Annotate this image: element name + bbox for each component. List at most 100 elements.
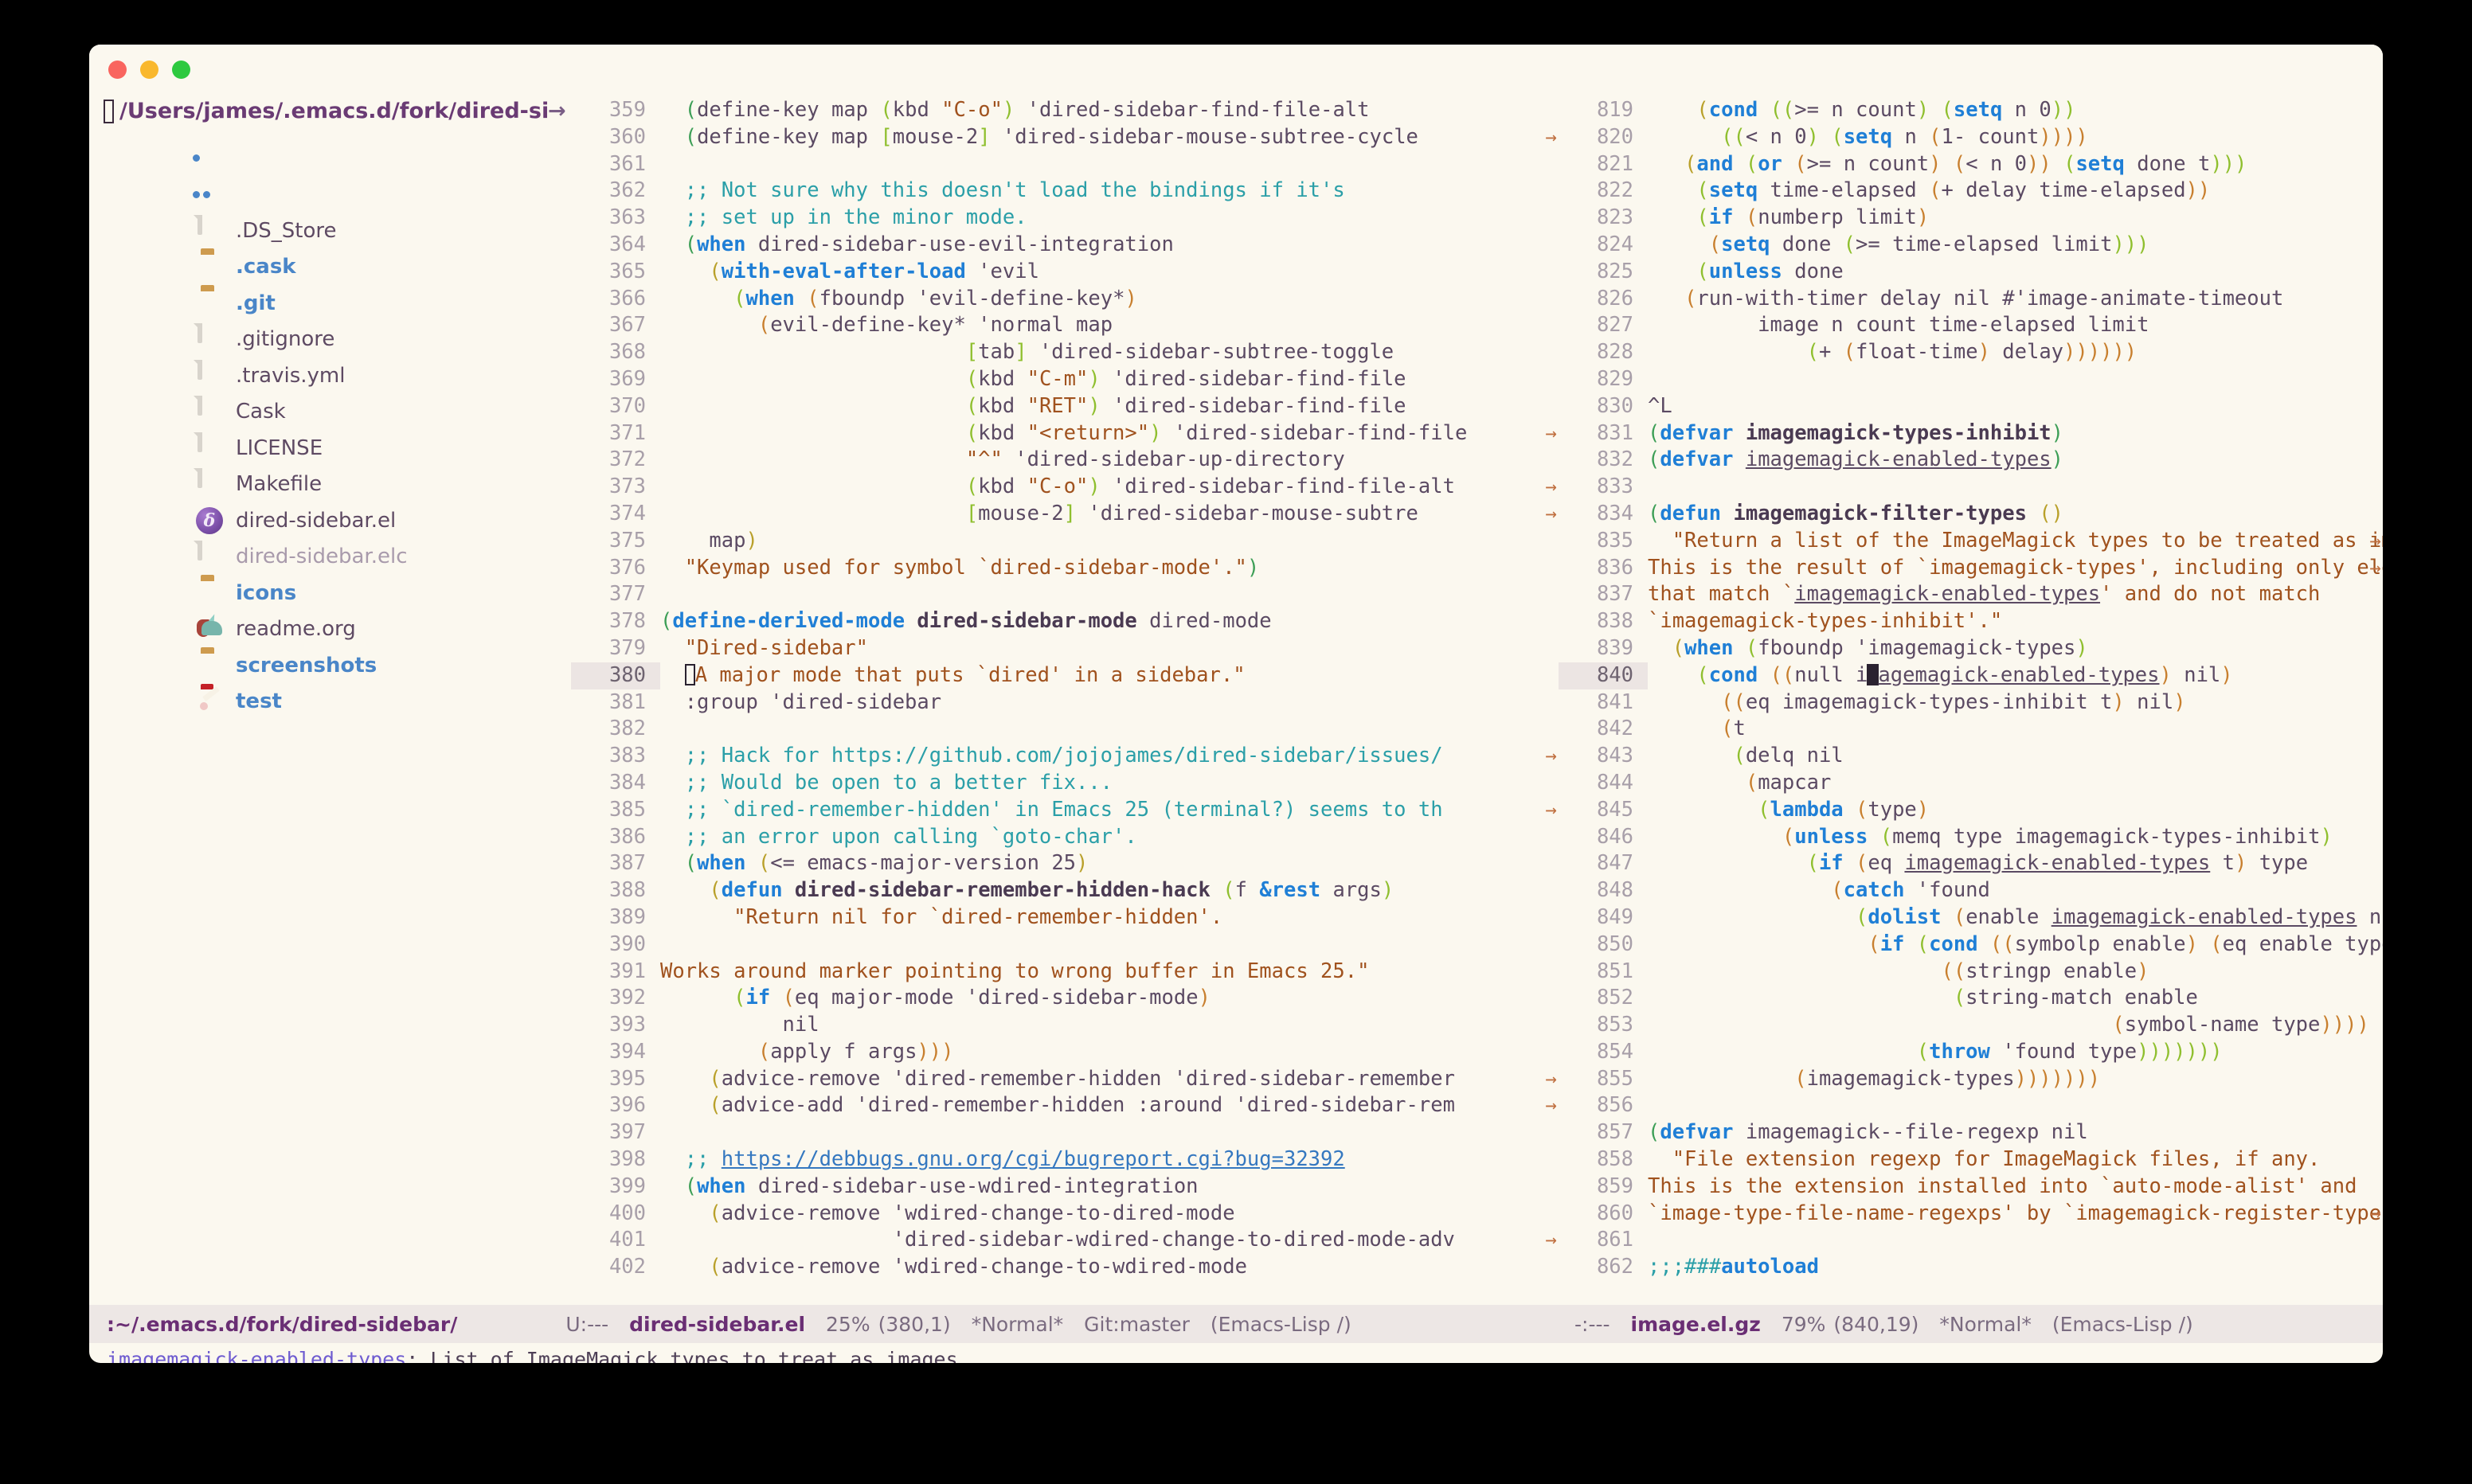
code-text[interactable]: (run-with-timer delay nil #'image-animat… [1648,287,2283,310]
code-line[interactable]: 855 (imagemagick-types))))))) [1559,1066,2383,1093]
code-text[interactable]: nil [660,1013,819,1037]
code-text[interactable]: (and (or (>= n count) (< n 0)) (setq don… [1648,152,2247,176]
sidebar-file-list[interactable]: .DS_Store.cask.git.gitignore.travis.ymlC… [89,140,571,720]
sidebar-item-travis-yml[interactable]: .travis.yml [89,357,571,394]
code-line[interactable]: 845 (lambda (type) [1559,797,2383,824]
code-text[interactable]: (advice-remove 'wdired-change-to-wdired-… [660,1255,1247,1279]
code-line[interactable]: 361 [571,151,1559,178]
code-line[interactable]: 366 (when (fboundp 'evil-define-key*) [571,286,1559,313]
code-line[interactable]: 376 "Keymap used for symbol `dired-sideb… [571,555,1559,582]
sidebar-item-icons[interactable]: icons [89,575,571,611]
code-line[interactable]: 843 (delq nil [1559,743,2383,770]
code-line[interactable]: 838`imagemagick-types-inhibit'." [1559,608,2383,635]
code-text[interactable]: 'dired-sidebar-wdired-change-to-dired-mo… [660,1228,1455,1252]
code-left[interactable]: 359 (define-key map (kbd "C-o") 'dired-s… [571,97,1559,1281]
code-text[interactable]: (setq time-elapsed (+ delay time-elapsed… [1648,178,2210,202]
code-text[interactable]: "File extension regexp for ImageMagick f… [1648,1147,2320,1171]
code-line[interactable]: 840 (cond ((null iagemagick-enabled-type… [1559,662,2383,689]
sidebar-item-ds-store[interactable]: .DS_Store [89,213,571,249]
code-right[interactable]: 819 (cond ((>= n count) (setq n 0))820 (… [1559,97,2383,1281]
code-text[interactable]: (mapcar [1648,771,1831,795]
code-text[interactable]: (if (numberp limit) [1648,205,1929,229]
code-line[interactable]: 378(define-derived-mode dired-sidebar-mo… [571,608,1559,635]
code-text[interactable]: "Keymap used for symbol `dired-sidebar-m… [660,556,1259,580]
code-text[interactable]: (when (fboundp 'evil-define-key*) [660,287,1137,310]
code-text[interactable]: ((< n 0) (setq n (1- count)))) [1648,125,2088,149]
code-line[interactable]: 380 A major mode that puts `dired' in a … [571,662,1559,689]
code-line[interactable]: 393 nil [571,1012,1559,1039]
code-line[interactable]: 819 (cond ((>= n count) (setq n 0)) [1559,97,2383,124]
code-line[interactable]: 381 :group 'dired-sidebar [571,689,1559,717]
sidebar-item-[interactable] [89,177,571,213]
code-line[interactable]: 363 ;; set up in the minor mode. [571,205,1559,232]
sidebar-item-dired-sidebar-elc[interactable]: dired-sidebar.elc [89,539,571,576]
code-text[interactable]: "Return a list of the ImageMagick types … [1648,529,2383,553]
code-line[interactable]: 386 ;; an error upon calling `goto-char'… [571,824,1559,851]
code-line[interactable]: 841 ((eq imagemagick-types-inhibit t) ni… [1559,689,2383,717]
code-line[interactable]: 830^L [1559,393,2383,420]
code-line[interactable]: 369 (kbd "C-m") 'dired-sidebar-find-file [571,366,1559,393]
code-line[interactable]: 395 (advice-remove 'dired-remember-hidde… [571,1066,1559,1093]
code-text[interactable]: (if (eq major-mode 'dired-sidebar-mode) [660,986,1211,1010]
code-line[interactable]: 390 [571,931,1559,959]
code-line[interactable]: 827 image n count time-elapsed limit [1559,312,2383,339]
code-line[interactable]: 848 (catch 'found [1559,877,2383,904]
code-line[interactable]: 850 (if (cond ((symbolp enable) (eq enab… [1559,931,2383,959]
code-line[interactable]: 821 (and (or (>= n count) (< n 0)) (setq… [1559,151,2383,178]
code-line[interactable]: 372 "^" 'dired-sidebar-up-directory [571,447,1559,474]
code-line[interactable]: 825 (unless done [1559,259,2383,286]
code-line[interactable]: 371 (kbd "<return>") 'dired-sidebar-find… [571,420,1559,447]
code-text[interactable]: (apply f args))) [660,1040,953,1064]
code-text[interactable]: (if (cond ((symbolp enable) (eq enable t… [1648,932,2383,956]
code-line[interactable]: 392 (if (eq major-mode 'dired-sidebar-mo… [571,985,1559,1012]
code-text[interactable]: (kbd "C-m") 'dired-sidebar-find-file [660,367,1406,391]
code-text[interactable]: ;; set up in the minor mode. [660,205,1027,229]
code-line[interactable]: 828 (+ (float-time) delay)))))) [1559,339,2383,366]
code-line[interactable]: 846 (unless (memq type imagemagick-types… [1559,824,2383,851]
code-line[interactable]: 834(defun imagemagick-filter-types () [1559,501,2383,528]
code-text[interactable]: This is the result of `imagemagick-types… [1648,556,2383,580]
sidebar-item-license[interactable]: LICENSE [89,430,571,467]
code-text[interactable]: (dolist (enable imagemagick-enabled-type… [1648,905,2383,929]
code-line[interactable]: 385 ;; `dired-remember-hidden' in Emacs … [571,797,1559,824]
code-line[interactable]: 388 (defun dired-sidebar-remember-hidden… [571,877,1559,904]
code-text[interactable]: `imagemagick-types-inhibit'." [1648,609,2002,633]
code-line[interactable]: 396 (advice-add 'dired-remember-hidden :… [571,1092,1559,1119]
code-line[interactable]: 839 (when (fboundp 'imagemagick-types) [1559,635,2383,662]
code-line[interactable]: 379 "Dired-sidebar" [571,635,1559,662]
sidebar-item-cask[interactable]: Cask [89,394,571,431]
code-text[interactable]: This is the extension installed into `au… [1648,1174,2357,1198]
code-line[interactable]: 835 "Return a list of the ImageMagick ty… [1559,528,2383,555]
code-text[interactable]: (if (eq imagemagick-enabled-types t) typ… [1648,851,2308,875]
code-line[interactable]: 364 (when dired-sidebar-use-evil-integra… [571,232,1559,259]
code-text[interactable]: (defvar imagemagick--file-regexp nil [1648,1120,2088,1144]
dired-sidebar[interactable]: /Users/james/.emacs.d/fork/dired-side→ .… [89,91,571,1305]
code-text[interactable]: Works around marker pointing to wrong bu… [660,959,1369,983]
code-text[interactable]: ;; https://debbugs.gnu.org/cgi/bugreport… [660,1147,1345,1171]
minimize-button[interactable] [140,61,158,79]
code-line[interactable]: 373 (kbd "C-o") 'dired-sidebar-find-file… [571,474,1559,501]
code-text[interactable]: (when (fboundp 'imagemagick-types) [1648,636,2088,660]
code-line[interactable]: 832(defvar imagemagick-enabled-types) [1559,447,2383,474]
code-line[interactable]: 862;;;###autoload [1559,1254,2383,1281]
sidebar-item-cask[interactable]: .cask [89,249,571,286]
code-line[interactable]: 368 [tab] 'dired-sidebar-subtree-toggle [571,339,1559,366]
code-text[interactable]: ;; `dired-remember-hidden' in Emacs 25 (… [660,798,1443,822]
code-line[interactable]: 847 (if (eq imagemagick-enabled-types t)… [1559,850,2383,877]
code-text[interactable]: (catch 'found [1648,878,1990,902]
code-line[interactable]: 844 (mapcar [1559,770,2383,797]
code-line[interactable]: 833 [1559,474,2383,501]
code-line[interactable]: 852 (string-match enable [1559,985,2383,1012]
maximize-button[interactable] [172,61,190,79]
editor-pane-left[interactable]: 359 (define-key map (kbd "C-o") 'dired-s… [571,91,1559,1305]
code-text[interactable]: (cond ((>= n count) (setq n 0)) [1648,98,2075,122]
code-text[interactable]: ;; an error upon calling `goto-char'. [660,825,1137,849]
code-text[interactable]: (define-key map [mouse-2] 'dired-sidebar… [660,125,1418,149]
code-line[interactable]: 398 ;; https://debbugs.gnu.org/cgi/bugre… [571,1146,1559,1174]
code-line[interactable]: 400 (advice-remove 'wdired-change-to-dir… [571,1201,1559,1228]
code-line[interactable]: 823 (if (numberp limit) [1559,205,2383,232]
code-text[interactable]: (when dired-sidebar-use-wdired-integrati… [660,1174,1199,1198]
code-text[interactable]: (t [1648,717,1746,740]
code-line[interactable]: 374 [mouse-2] 'dired-sidebar-mouse-subtr… [571,501,1559,528]
code-text[interactable]: "^" 'dired-sidebar-up-directory [660,447,1345,471]
